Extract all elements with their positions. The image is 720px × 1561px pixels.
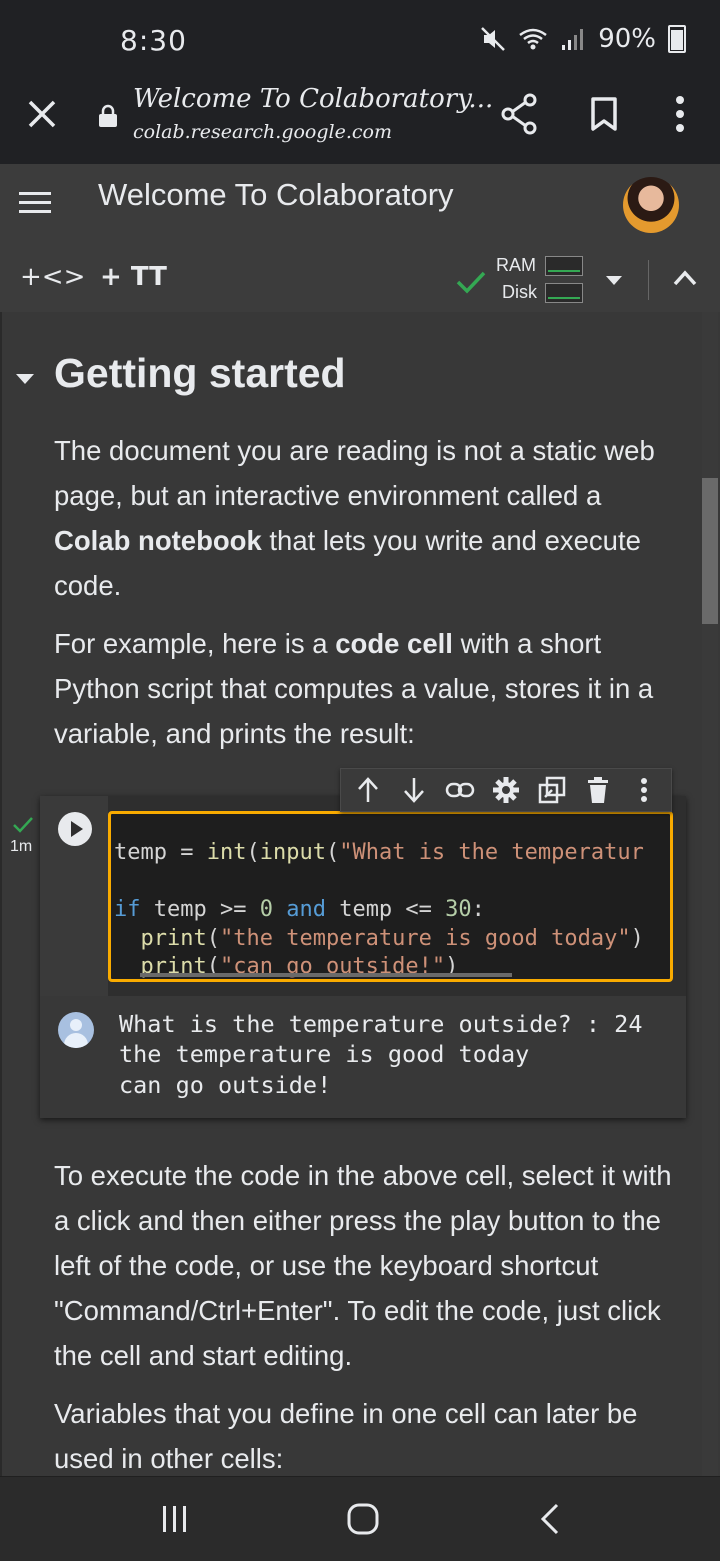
signal-icon	[562, 29, 584, 50]
battery-percent: 90%	[598, 24, 656, 54]
battery-icon	[668, 25, 686, 53]
chevron-up-icon[interactable]	[672, 268, 698, 288]
check-icon	[13, 817, 33, 833]
arrow-down-icon[interactable]	[397, 773, 431, 807]
output-line: can go outside!	[119, 1071, 332, 1099]
variables-paragraph: Variables that you define in one cell ca…	[54, 1398, 638, 1474]
dropdown-icon[interactable]	[606, 276, 622, 285]
status-time: 8:30	[120, 24, 187, 57]
play-icon[interactable]	[58, 812, 92, 846]
share-icon[interactable]	[500, 92, 540, 136]
editor-horizontal-scrollbar[interactable]	[140, 973, 512, 977]
more-vert-icon[interactable]	[627, 773, 661, 807]
section-heading: Getting started	[54, 350, 346, 396]
cell-toolbar	[340, 768, 672, 812]
code-line: if temp >= 0 and temp <= 30:	[114, 897, 485, 922]
user-icon	[58, 1012, 94, 1048]
code-line: temp = int(input("What is the temperatur	[114, 840, 644, 865]
add-code-cell-button[interactable]: +<>	[20, 262, 85, 292]
disk-label: Disk	[502, 282, 537, 302]
ram-meter[interactable]	[545, 256, 583, 276]
instructions-paragraph: To execute the code in the above cell, s…	[54, 1160, 672, 1371]
code-editor[interactable]: temp = int(input("What is the temperatur…	[108, 811, 673, 982]
execution-time: 1m	[10, 838, 33, 855]
wifi-icon	[519, 28, 547, 50]
check-icon[interactable]	[456, 270, 486, 294]
menu-icon[interactable]	[18, 186, 52, 220]
browser-url[interactable]: colab.research.google.com	[133, 121, 392, 143]
back-icon[interactable]	[538, 1502, 562, 1536]
bold-code-cell: code cell	[335, 628, 453, 659]
mute-icon	[481, 27, 506, 51]
scrollbar-thumb[interactable]	[702, 478, 718, 624]
example-paragraph: For example, here is a code cell with a …	[54, 628, 654, 749]
close-icon[interactable]	[24, 96, 60, 132]
bold-colab-notebook: Colab notebook	[54, 525, 262, 556]
lock-icon	[99, 104, 117, 127]
link-icon[interactable]	[443, 773, 477, 807]
home-icon[interactable]	[346, 1502, 380, 1536]
gear-icon[interactable]	[489, 773, 523, 807]
recent-apps-icon[interactable]	[160, 1504, 190, 1534]
code-line: print("the temperature is good today")	[140, 926, 644, 951]
disk-meter[interactable]	[545, 283, 583, 303]
ram-label: RAM	[496, 255, 536, 275]
mirror-cell-icon[interactable]	[535, 773, 569, 807]
notebook-title[interactable]: Welcome To Colaboratory	[98, 177, 454, 213]
section-collapse-toggle[interactable]	[16, 374, 34, 384]
status-icons: 90%	[480, 24, 686, 54]
intro-paragraph: The document you are reading is not a st…	[54, 435, 655, 601]
add-text-cell-button[interactable]: + TT	[100, 262, 167, 292]
toolbar-divider	[648, 260, 649, 300]
browser-page-title[interactable]: Welcome To Colaboratory...	[133, 84, 493, 114]
bookmark-icon[interactable]	[588, 96, 620, 132]
trash-icon[interactable]	[581, 773, 615, 807]
content-left-edge	[0, 312, 2, 1476]
arrow-up-icon[interactable]	[351, 773, 385, 807]
output-line: What is the temperature outside? : 24	[119, 1010, 643, 1038]
avatar[interactable]	[623, 177, 679, 233]
output-line: the temperature is good today	[119, 1040, 530, 1068]
more-vert-icon[interactable]	[668, 94, 692, 134]
